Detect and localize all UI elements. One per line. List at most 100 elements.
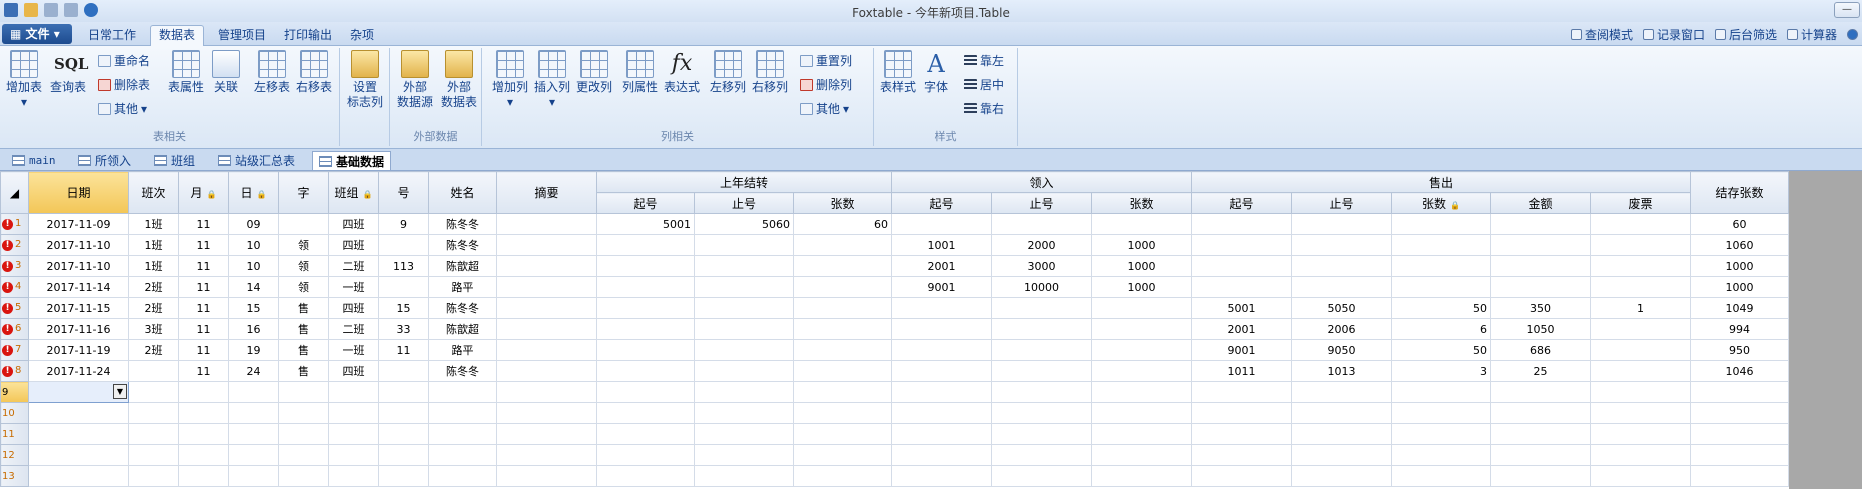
empty-cell[interactable] — [496, 423, 597, 445]
cell-r-start[interactable]: 2001 — [891, 255, 992, 277]
tab-misc[interactable]: 杂项 — [344, 26, 380, 46]
cell-s-start[interactable]: 5001 — [1191, 297, 1292, 319]
move-column-left-button[interactable]: 左移列 — [708, 50, 748, 95]
empty-cell[interactable] — [378, 465, 429, 487]
cell-summary[interactable] — [496, 276, 597, 298]
cell-name[interactable]: 陈冬冬 — [428, 297, 497, 319]
col-header-carry[interactable]: 上年结转 — [596, 171, 892, 193]
row-header[interactable]: 13 — [0, 465, 29, 487]
empty-cell[interactable] — [1191, 423, 1292, 445]
empty-cell[interactable] — [596, 444, 695, 466]
empty-cell[interactable] — [128, 465, 179, 487]
cell-char[interactable]: 售 — [278, 318, 329, 340]
change-column-button[interactable]: 更改列 — [574, 50, 614, 95]
empty-cell[interactable] — [1690, 444, 1789, 466]
cell-s-start[interactable] — [1191, 234, 1292, 256]
cell-bal[interactable]: 1049 — [1690, 297, 1789, 319]
cell-num[interactable]: 113 — [378, 255, 429, 277]
cell-num[interactable]: 9 — [378, 213, 429, 235]
cell-month[interactable]: 11 — [178, 276, 229, 298]
cell-c-start[interactable] — [596, 360, 695, 382]
cell-c-start[interactable] — [596, 255, 695, 277]
cell-s-amount[interactable] — [1490, 234, 1591, 256]
empty-cell[interactable] — [694, 465, 794, 487]
row-header[interactable]: 12 — [0, 444, 29, 466]
cell-num[interactable]: 33 — [378, 318, 429, 340]
col-header-name[interactable]: 姓名 — [428, 171, 497, 214]
move-table-left-button[interactable]: 左移表 — [252, 50, 292, 95]
cell-char[interactable]: 售 — [278, 360, 329, 382]
col-header-sold-amount[interactable]: 金额 — [1490, 192, 1591, 214]
empty-cell[interactable] — [1490, 465, 1591, 487]
cell-shift[interactable]: 3班 — [128, 318, 179, 340]
empty-cell[interactable] — [1191, 381, 1292, 403]
empty-cell[interactable] — [1490, 423, 1591, 445]
empty-cell[interactable] — [1590, 465, 1691, 487]
empty-cell[interactable] — [1091, 423, 1192, 445]
empty-cell[interactable] — [694, 381, 794, 403]
cell-bal[interactable]: 1060 — [1690, 234, 1789, 256]
expression-button[interactable]: fx 表达式 — [662, 50, 702, 95]
col-header-received-end[interactable]: 止号 — [991, 192, 1092, 214]
empty-cell[interactable] — [1291, 423, 1392, 445]
empty-cell[interactable] — [891, 465, 992, 487]
cell-c-count[interactable]: 60 — [793, 213, 892, 235]
cell-c-count[interactable] — [793, 255, 892, 277]
cell-day[interactable]: 14 — [228, 276, 279, 298]
cell-c-start[interactable] — [596, 318, 695, 340]
empty-cell[interactable] — [694, 444, 794, 466]
empty-cell[interactable] — [228, 402, 279, 424]
empty-cell[interactable] — [1291, 444, 1392, 466]
cell-s-start[interactable]: 2001 — [1191, 318, 1292, 340]
cell-char[interactable]: 售 — [278, 339, 329, 361]
view-mode-button[interactable]: 查阅模式 — [1570, 26, 1633, 43]
cell-r-end[interactable]: 3000 — [991, 255, 1092, 277]
empty-cell[interactable] — [28, 465, 129, 487]
cell-s-void[interactable] — [1590, 234, 1691, 256]
col-header-sold-end[interactable]: 止号 — [1291, 192, 1392, 214]
cell-month[interactable]: 11 — [178, 297, 229, 319]
empty-cell[interactable] — [496, 381, 597, 403]
cell-s-end[interactable]: 2006 — [1291, 318, 1392, 340]
table-props-button[interactable]: 表属性 — [166, 50, 206, 95]
empty-cell[interactable] — [328, 402, 379, 424]
cell-c-end[interactable] — [694, 360, 794, 382]
empty-cell[interactable] — [1391, 444, 1491, 466]
cell-c-start[interactable] — [596, 234, 695, 256]
tab-manage-project[interactable]: 管理项目 — [214, 26, 270, 46]
align-right-button[interactable]: 靠右 — [964, 100, 1004, 117]
table-style-button[interactable]: 表样式 — [878, 50, 918, 95]
cell-num[interactable] — [378, 276, 429, 298]
cell-c-start[interactable] — [596, 339, 695, 361]
cell-s-end[interactable]: 5050 — [1291, 297, 1392, 319]
cell-c-end[interactable] — [694, 276, 794, 298]
move-table-right-button[interactable]: 右移表 — [294, 50, 334, 95]
cell-r-count[interactable]: 1000 — [1091, 276, 1192, 298]
empty-cell[interactable] — [1590, 402, 1691, 424]
row-header[interactable]: ! 4 — [0, 276, 29, 298]
cell-s-start[interactable]: 1011 — [1191, 360, 1292, 382]
empty-cell[interactable] — [596, 465, 695, 487]
empty-cell[interactable] — [428, 423, 497, 445]
empty-cell[interactable] — [1291, 402, 1392, 424]
cell-r-start[interactable] — [891, 339, 992, 361]
cell-date[interactable]: 2017-11-10 — [28, 234, 129, 256]
font-button[interactable]: A 字体 — [918, 50, 954, 95]
cell-r-count[interactable] — [1091, 339, 1192, 361]
cell-s-void[interactable] — [1590, 213, 1691, 235]
cell-name[interactable]: 陈歆超 — [428, 255, 497, 277]
cell-name[interactable]: 路平 — [428, 276, 497, 298]
add-column-button[interactable]: 增加列 ▾ — [490, 50, 530, 110]
col-header-date[interactable]: 日期 — [28, 171, 129, 214]
empty-cell[interactable] — [228, 381, 279, 403]
empty-cell[interactable] — [496, 402, 597, 424]
empty-cell[interactable] — [328, 444, 379, 466]
cell-r-count[interactable] — [1091, 360, 1192, 382]
cell-shift[interactable]: 2班 — [128, 297, 179, 319]
empty-cell[interactable] — [1291, 381, 1392, 403]
cell-s-count[interactable]: 50 — [1391, 297, 1491, 319]
cell-month[interactable]: 11 — [178, 255, 229, 277]
cell-shift[interactable]: 1班 — [128, 213, 179, 235]
empty-cell[interactable] — [178, 381, 229, 403]
table-row[interactable]: ! 7 2017-11-19 2班 11 19 售一班 11 路平 9001 9050 50 686 95… — [0, 339, 1789, 361]
